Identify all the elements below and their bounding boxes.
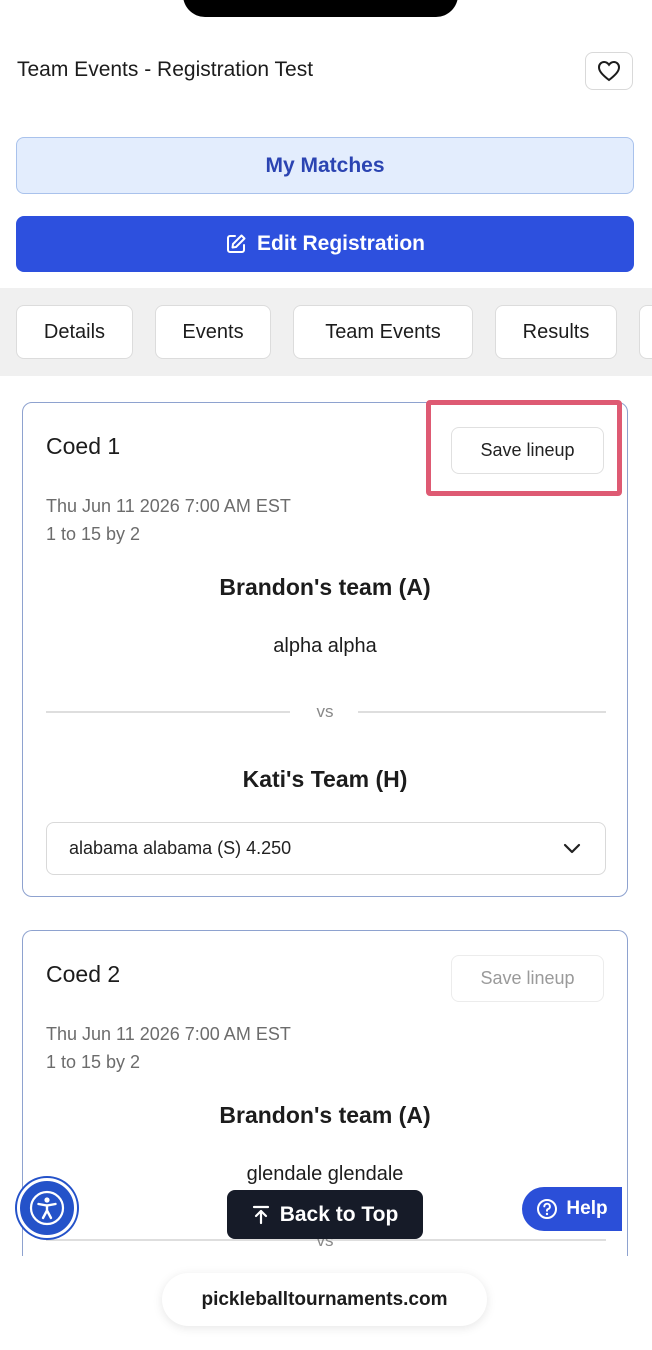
match-date: Thu Jun 11 2026 7:00 AM EST xyxy=(46,1024,291,1044)
device-notch xyxy=(183,0,458,17)
back-to-top-button[interactable]: Back to Top xyxy=(227,1190,423,1239)
highlight-box xyxy=(426,400,622,496)
team-a-name: Brandon's team (A) xyxy=(219,574,431,600)
tab-more[interactable] xyxy=(639,305,652,359)
chevron-down-icon xyxy=(563,843,581,853)
team-h-name: Kati's Team (H) xyxy=(242,766,408,792)
heart-icon xyxy=(597,60,621,82)
edit-icon xyxy=(226,234,246,253)
tab-results[interactable]: Results xyxy=(495,305,617,359)
tab-events[interactable]: Events xyxy=(155,305,271,359)
help-label: Help xyxy=(566,1198,608,1219)
tab-details[interactable]: Details xyxy=(16,305,133,359)
match-title: Coed 2 xyxy=(46,961,121,987)
tab-team-events[interactable]: Team Events xyxy=(293,305,473,359)
match-format: 1 to 15 by 2 xyxy=(46,524,141,544)
divider xyxy=(358,711,606,713)
save-lineup-button[interactable]: Save lineup xyxy=(451,955,604,1002)
arrow-up-to-line-icon xyxy=(252,1205,269,1224)
help-button[interactable]: Help xyxy=(522,1187,622,1231)
url-address-bar[interactable]: pickleballtournaments.com xyxy=(162,1273,487,1326)
match-date: Thu Jun 11 2026 7:00 AM EST xyxy=(46,496,291,516)
favorite-button[interactable] xyxy=(585,52,633,90)
player-select[interactable]: alabama alabama (S) 4.250 xyxy=(46,822,606,875)
edit-registration-button[interactable]: Edit Registration xyxy=(16,216,634,272)
page-title: Team Events - Registration Test xyxy=(17,58,314,81)
player-select-value: alabama alabama (S) 4.250 xyxy=(69,838,292,858)
match-format: 1 to 15 by 2 xyxy=(46,1052,141,1072)
team-a-player: alpha alpha xyxy=(273,635,377,657)
back-to-top-label: Back to Top xyxy=(279,1202,399,1226)
accessibility-icon xyxy=(29,1190,65,1226)
accessibility-button[interactable] xyxy=(17,1178,77,1238)
edit-registration-label: Edit Registration xyxy=(256,232,425,255)
match-title: Coed 1 xyxy=(46,433,121,459)
team-a-name: Brandon's team (A) xyxy=(219,1102,431,1128)
my-matches-button[interactable]: My Matches xyxy=(16,137,634,194)
team-a-player: glendale glendale xyxy=(246,1163,404,1185)
help-circle-icon xyxy=(537,1199,558,1219)
